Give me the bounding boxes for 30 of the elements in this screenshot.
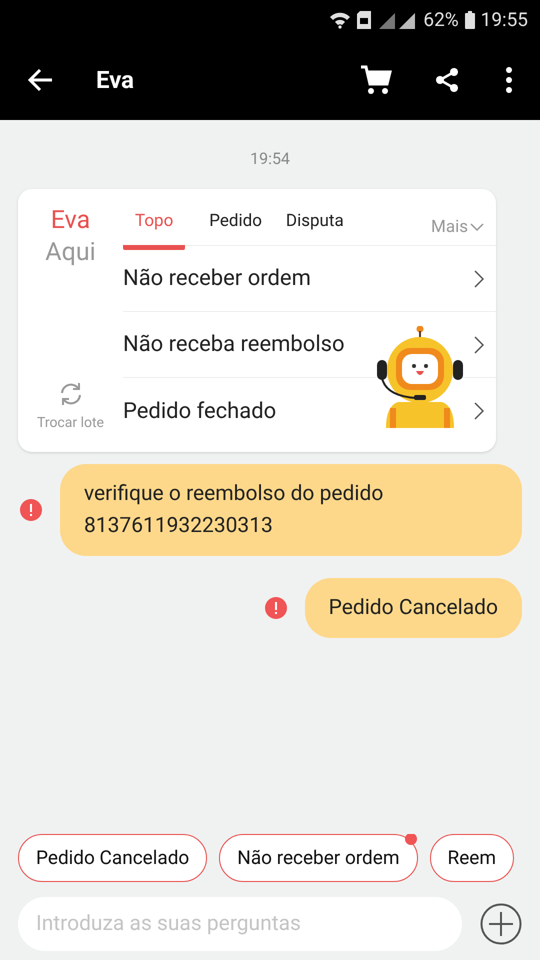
question-input-field[interactable]: Introduza as suas perguntas <box>18 897 462 951</box>
clock: 19:55 <box>480 6 528 33</box>
message-bubble: Pedido Cancelado <box>304 578 522 638</box>
signal-icon <box>377 11 418 29</box>
chevron-right-icon <box>474 336 484 354</box>
back-arrow-icon[interactable] <box>28 68 54 92</box>
battery-level: 62% <box>423 6 459 33</box>
chevron-right-icon <box>474 270 484 288</box>
brand-name: Eva <box>50 205 90 237</box>
message-bubble: verifique o reembolso do pedido 8137611932230313 <box>60 464 522 556</box>
question-item[interactable]: Não receber ordem <box>123 246 496 312</box>
error-icon[interactable] <box>264 597 287 619</box>
quick-reply-chip[interactable]: Não receber ordem <box>219 834 418 882</box>
chevron-right-icon <box>474 402 484 420</box>
battery-icon <box>464 11 475 29</box>
chevron-down-icon <box>470 223 484 232</box>
timestamp: 19:54 <box>249 148 291 170</box>
quick-reply-chip[interactable]: Reem <box>430 834 514 882</box>
add-icon[interactable] <box>480 903 522 945</box>
chat-title: Eva <box>96 65 134 96</box>
share-icon[interactable] <box>434 67 460 93</box>
topic-tab[interactable]: Topo <box>123 209 186 250</box>
error-icon[interactable] <box>20 499 42 521</box>
more-icon[interactable] <box>506 67 512 93</box>
question-item[interactable]: Pedido fechado <box>123 378 496 444</box>
sim-card-icon <box>357 11 372 29</box>
wifi-icon <box>329 11 352 29</box>
brand-subtitle: Aqui <box>45 237 96 269</box>
cart-icon[interactable] <box>360 65 392 95</box>
quick-reply-chip[interactable]: Pedido Cancelado <box>18 834 208 882</box>
